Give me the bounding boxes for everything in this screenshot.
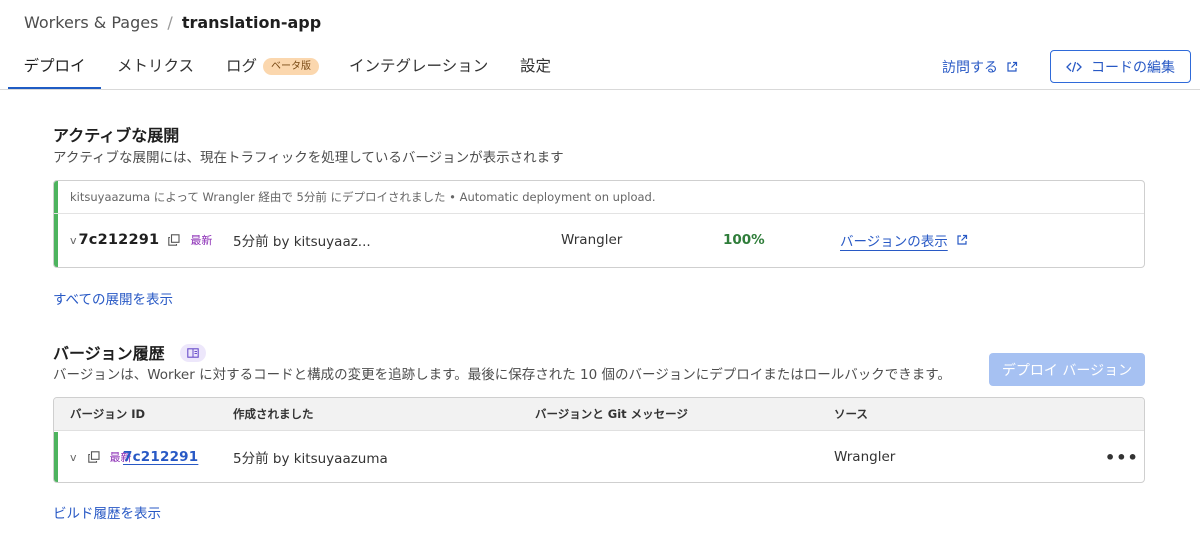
source-cell: Wrangler <box>561 232 623 248</box>
edit-code-button[interactable]: コードの編集 <box>1050 50 1191 83</box>
active-deployment-title: アクティブな展開 <box>53 126 180 145</box>
code-icon <box>1066 61 1082 72</box>
tab-deploy[interactable]: デプロイ <box>8 44 101 89</box>
view-version-link[interactable]: バージョンの表示 <box>840 230 968 250</box>
external-link-icon <box>957 234 967 245</box>
source-cell: Wrangler <box>834 449 896 465</box>
all-deployments-link[interactable]: すべての展開を表示 <box>53 288 173 308</box>
tab-metrics[interactable]: メトリクス <box>117 44 194 89</box>
version-prefix: v <box>70 450 77 464</box>
table-header: バージョン ID 作成されました バージョンと Git メッセージ ソース <box>54 398 1144 431</box>
breadcrumb-current: translation-app <box>181 13 322 32</box>
breadcrumb-separator: / <box>167 13 173 32</box>
table-row: v 7c212291 最新 5分前 by kitsuyaazuma Wrangl… <box>54 432 1144 482</box>
version-id: 7c212291 <box>78 232 160 248</box>
deploy-version-button[interactable]: デプロイ バージョン <box>989 353 1145 386</box>
tab-logs-label: ログ <box>226 57 258 75</box>
row-actions: ••• <box>1105 432 1139 482</box>
version-id-link[interactable]: 7c212291 <box>123 449 198 465</box>
latest-badge: 最新 <box>190 234 213 247</box>
version-cell: v 7c212291 最新 <box>70 215 212 265</box>
active-deployment-card: kitsuyaazuma によって Wrangler 経由で 5分前 にデプロイ… <box>53 180 1145 268</box>
active-deployment-row: v 7c212291 最新 5分前 by kitsuyaaz... Wrangl… <box>54 215 1144 265</box>
version-prefix: v <box>70 233 77 247</box>
view-version-cell: バージョンの表示 <box>840 215 968 265</box>
version-cell: v 7c212291 最新 <box>70 432 198 482</box>
visit-link[interactable]: 訪問する <box>942 57 1018 77</box>
breadcrumb: Workers & Pages / translation-app <box>24 13 321 32</box>
version-history-table: バージョン ID 作成されました バージョンと Git メッセージ ソース v … <box>53 397 1145 483</box>
copy-icon[interactable] <box>87 451 100 463</box>
version-history-heading: バージョン履歴 <box>53 340 207 364</box>
column-version-id: バージョン ID <box>70 407 146 421</box>
build-history-link[interactable]: ビルド履歴を表示 <box>53 502 161 522</box>
tab-metrics-label: メトリクス <box>117 57 195 75</box>
tab-logs[interactable]: ログ ベータ版 <box>226 44 320 89</box>
book-icon[interactable] <box>180 344 207 362</box>
column-message: バージョンと Git メッセージ <box>535 407 688 421</box>
column-created: 作成されました <box>233 407 314 421</box>
breadcrumb-parent[interactable]: Workers & Pages <box>24 13 158 32</box>
tab-integrations[interactable]: インテグレーション <box>349 44 488 89</box>
deployment-note: kitsuyaazuma によって Wrangler 経由で 5分前 にデプロイ… <box>54 181 1144 214</box>
version-history-description: バージョンは、Worker に対するコードと構成の変更を追跡します。最後に保存さ… <box>53 367 951 383</box>
more-icon[interactable]: ••• <box>1105 448 1139 467</box>
version-history-title: バージョン履歴 <box>53 344 165 363</box>
tab-deploy-label: デプロイ <box>23 57 86 75</box>
column-source: ソース <box>834 407 868 421</box>
tab-settings-label: 設定 <box>520 57 552 75</box>
edit-code-label: コードの編集 <box>1091 59 1175 76</box>
copy-icon[interactable] <box>168 234 180 246</box>
tab-integrations-label: インテグレーション <box>349 57 489 75</box>
beta-badge: ベータ版 <box>263 58 320 75</box>
percentage-cell: 100% <box>723 232 765 248</box>
tab-bar: デプロイ メトリクス ログ ベータ版 インテグレーション 設定 <box>0 44 1200 90</box>
created-cell: 5分前 by kitsuyaaz... <box>233 234 371 250</box>
view-version-label: バージョンの表示 <box>840 234 948 250</box>
visit-label: 訪問する <box>942 60 998 76</box>
tab-settings[interactable]: 設定 <box>520 44 551 89</box>
active-deployment-description: アクティブな展開には、現在トラフィックを処理しているバージョンが表示されます <box>53 150 564 166</box>
external-link-icon <box>1007 61 1018 72</box>
created-cell: 5分前 by kitsuyaazuma <box>233 451 388 467</box>
